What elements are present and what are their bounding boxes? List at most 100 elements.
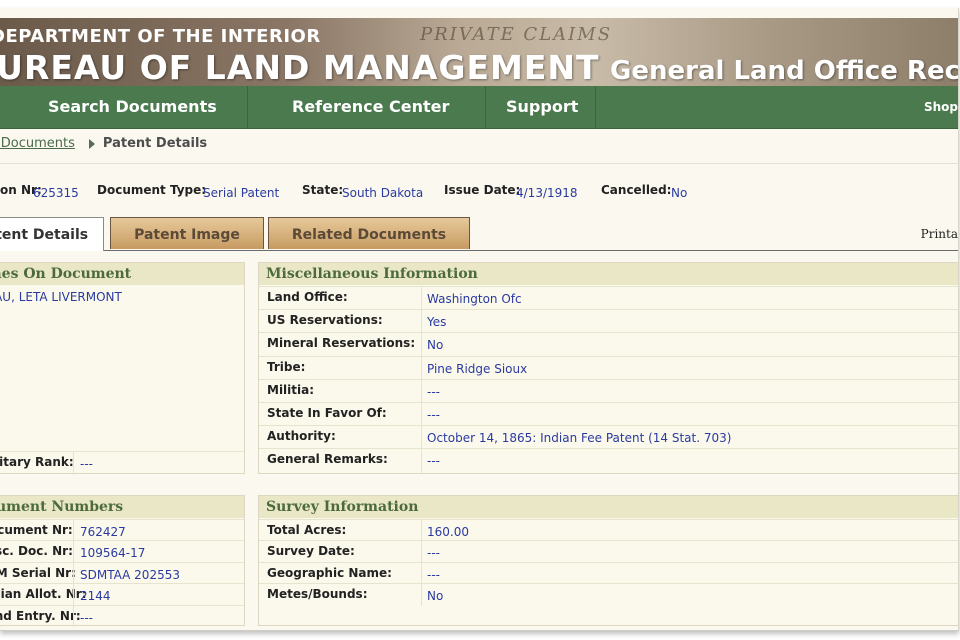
row-separator [73, 584, 74, 606]
row-separator [421, 426, 422, 450]
patentee-name[interactable]: LAREAU, LETA LIVERMONT [0, 290, 122, 304]
department-title: DEPARTMENT OF THE INTERIOR [0, 26, 321, 47]
row-separator [421, 449, 422, 473]
tab-patent-image[interactable]: Patent Image [110, 217, 264, 249]
info-row: Document Nr: 762427 [0, 519, 244, 542]
row-separator [421, 403, 422, 427]
row-separator [421, 584, 422, 606]
names-panel-title: Names On Document [0, 263, 244, 285]
info-row: General Remarks: --- [259, 448, 958, 473]
info-row-label: Mineral Reservations: [267, 336, 416, 351]
page-frame: PRIVATE CLAIMS DEPARTMENT OF THE INTERIO… [0, 8, 959, 631]
info-row-value: 2144 [80, 589, 111, 604]
printable-version-link[interactable]: Printa [921, 227, 958, 241]
info-row-value: --- [427, 546, 440, 561]
info-row-value: 109564-17 [80, 546, 146, 561]
info-row-label: Document Nr: [0, 523, 73, 537]
nav-reference-center[interactable]: Reference Center [248, 86, 486, 128]
info-row: Mineral Reservations: No [259, 332, 958, 357]
info-row-label: Geographic Name: [267, 565, 392, 580]
survey-info-panel: Survey Information Total Acres: 160.00 Sur… [258, 495, 958, 626]
info-row: Land Entry. Nr:--- [0, 604, 244, 627]
info-row: Authority: October 14, 1865: Indian Fee P… [259, 425, 958, 450]
state-label: State: [302, 183, 344, 197]
info-row-label: BLM Serial Nr: [0, 565, 76, 580]
info-row-value: Washington Ofc [427, 292, 522, 306]
info-row-label: Land Office: [267, 290, 348, 304]
info-row-label: Total Acres: [267, 523, 347, 537]
nav-shop[interactable]: Shop [924, 86, 958, 128]
cancelled-value: No [671, 186, 688, 200]
info-row: Tribe: Pine Ridge Sioux [259, 355, 958, 380]
info-row: Survey Date: --- [259, 540, 958, 563]
survey-info-title: Survey Information [259, 496, 958, 518]
site-banner: PRIVATE CLAIMS DEPARTMENT OF THE INTERIO… [0, 18, 958, 86]
breadcrumb-current: Patent Details [102, 136, 208, 151]
document-numbers-panel: Document Numbers Document Nr:762427Misc.… [0, 495, 245, 627]
military-rank-label: Military Rank: [0, 455, 74, 469]
row-separator [421, 333, 422, 357]
main-nav: Search Documents Reference Center Suppor… [0, 86, 958, 129]
row-separator [73, 520, 74, 542]
accession-value: 625315 [33, 186, 79, 200]
tab-bar: Patent Details Patent Image Related Docu… [0, 217, 958, 251]
misc-info-title: Miscellaneous Information [259, 263, 958, 285]
info-row: Militia: --- [259, 378, 958, 403]
tab-related-documents[interactable]: Related Documents [268, 217, 470, 249]
row-separator [421, 379, 422, 403]
row-separator [73, 562, 74, 585]
row-separator [73, 452, 74, 475]
info-row-label: Metes/Bounds: [267, 587, 368, 602]
breadcrumb-arrow-icon [88, 138, 95, 149]
row-separator [421, 562, 422, 585]
info-row-value: 762427 [80, 525, 126, 539]
site-title: General Land Office Rec [610, 56, 958, 86]
info-row-value: Pine Ridge Sioux [427, 361, 528, 376]
info-row-label: General Remarks: [267, 452, 388, 467]
doctype-value: Serial Patent [203, 186, 280, 200]
row-separator [421, 520, 422, 542]
info-row-value: No [427, 338, 444, 353]
nav-search-documents[interactable]: Search Documents [0, 86, 248, 128]
document-numbers-title: Document Numbers [0, 496, 244, 518]
info-row: State In Favor Of: --- [259, 402, 958, 427]
info-row-label: Land Entry. Nr: [0, 608, 81, 623]
row-separator [421, 356, 422, 380]
info-row-value: Yes [427, 315, 447, 330]
info-row-value: No [427, 589, 444, 604]
document-numbers-title-text: Document Numbers [0, 499, 124, 515]
tab-patent-details[interactable]: Patent Details [0, 217, 104, 251]
info-row-value: --- [80, 610, 93, 625]
row-separator [421, 310, 422, 334]
info-row: Indian Allot. Nr:2144 [0, 583, 244, 606]
info-row-label: Militia: [267, 382, 315, 397]
military-rank-value: --- [80, 457, 93, 471]
info-row: US Reservations: Yes [259, 309, 958, 334]
breadcrumb: Search Documents Patent Details [0, 136, 207, 151]
info-row-value: --- [427, 384, 440, 399]
military-rank-row: Military Rank: --- [0, 451, 244, 475]
row-separator [73, 541, 74, 563]
info-row-label: State In Favor Of: [267, 406, 387, 420]
info-row-value: --- [427, 454, 440, 469]
names-panel-title-text: Names On Document [0, 266, 132, 282]
agency-title: BUREAU OF LAND MANAGEMENT [0, 48, 600, 86]
info-row-value: October 14, 1865: Indian Fee Patent (14 … [427, 431, 732, 446]
misc-info-panel: Miscellaneous Information Land Office: Wa… [258, 262, 958, 474]
row-separator [421, 287, 422, 311]
cancelled-label: Cancelled: [601, 183, 672, 197]
info-row: Geographic Name: --- [259, 561, 958, 585]
breadcrumb-search-link[interactable]: Search Documents [0, 136, 75, 151]
banner-script-text: PRIVATE CLAIMS [420, 24, 613, 45]
info-row: Total Acres: 160.00 [259, 519, 958, 542]
row-separator [421, 541, 422, 563]
info-row: Metes/Bounds: No [259, 583, 958, 606]
divider [0, 163, 958, 164]
issue-date-value: 4/13/1918 [516, 186, 578, 200]
info-row-value: --- [427, 567, 440, 582]
state-value: South Dakota [342, 186, 424, 200]
nav-support[interactable]: Support [486, 86, 596, 128]
info-row-label: Survey Date: [267, 544, 355, 559]
issue-date-label: Issue Date: [444, 183, 521, 197]
info-row-label: US Reservations: [267, 313, 383, 328]
